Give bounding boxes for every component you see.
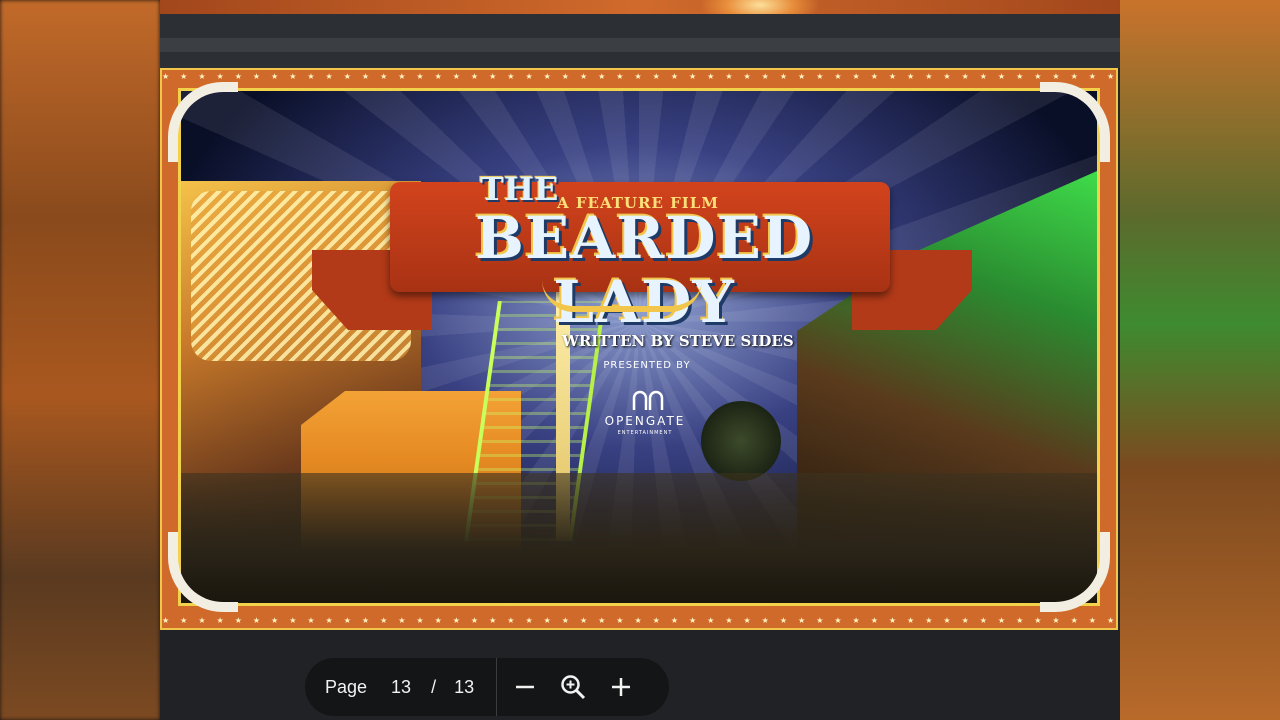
slide-page: ★★★★★★★★★★★★★★★★★★★★★★★★★★★★★★★★★★★★★★★★… xyxy=(160,68,1118,630)
zoom-in-button[interactable] xyxy=(601,667,641,707)
opengate-logo-icon xyxy=(628,388,668,412)
star-border-top: ★★★★★★★★★★★★★★★★★★★★★★★★★★★★★★★★★★★★★★★★… xyxy=(162,72,1116,81)
tree-silhouette xyxy=(701,401,781,481)
zoom-out-icon xyxy=(516,685,535,689)
crowd-ground xyxy=(181,473,1097,603)
page-label: Page xyxy=(325,676,368,697)
page-gap xyxy=(160,14,1120,68)
pdf-viewer: ★★★★★★★★★★★★★★★★★★★★★★★★★★★★★★★★★★★★★★★★… xyxy=(160,0,1120,720)
total-pages: 13 xyxy=(454,676,475,697)
pdf-toolbar: Page 13 / 13 xyxy=(305,658,669,716)
company-tagline: ENTERTAINMENT xyxy=(617,430,673,436)
film-title: BEARDED LADY xyxy=(474,204,814,336)
company-name: OPENGATE xyxy=(604,414,686,428)
magnifier-icon xyxy=(561,675,586,700)
zoom-in-icon xyxy=(612,678,631,696)
blurred-right-background xyxy=(1120,0,1280,720)
zoom-out-button[interactable] xyxy=(505,667,545,707)
title-flourish xyxy=(542,280,702,312)
previous-page-edge xyxy=(160,0,1120,30)
zoom-fit-button[interactable] xyxy=(553,667,593,707)
title-the: THE xyxy=(480,170,559,208)
presented-by: PRESENTED BY xyxy=(603,360,691,371)
blurred-left-background xyxy=(0,0,160,720)
page-separator: / xyxy=(431,676,437,697)
page-number-input[interactable]: 13 xyxy=(391,677,411,698)
star-border-bottom: ★★★★★★★★★★★★★★★★★★★★★★★★★★★★★★★★★★★★★★★★… xyxy=(162,616,1116,625)
toolbar-divider xyxy=(496,658,498,716)
writer-credit: WRITTEN BY STEVE SIDES xyxy=(562,332,794,350)
